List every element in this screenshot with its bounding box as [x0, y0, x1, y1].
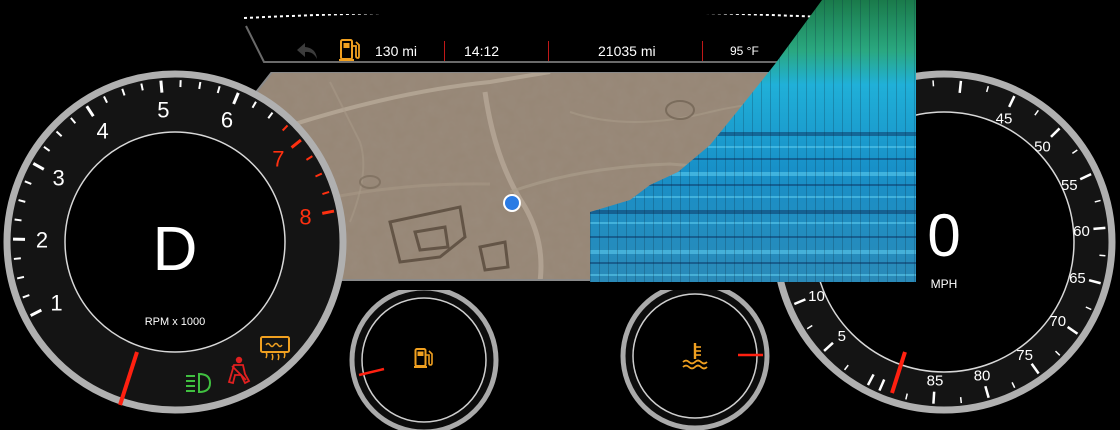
speed-tick	[932, 391, 936, 404]
speed-tick-label: 75	[1016, 347, 1033, 364]
rpm-tick-label: 8	[299, 205, 311, 230]
speed-tick-label: 60	[1073, 223, 1090, 240]
fuel-range-readout: 130 mi	[375, 43, 418, 59]
speed-tick-label: 65	[1069, 270, 1086, 287]
rpm-tick-label: 7	[272, 146, 284, 171]
separator	[444, 41, 445, 61]
rpm-tick-label: 1	[50, 290, 62, 315]
rpm-tick-label: 3	[53, 166, 65, 191]
tachometer-gauge: 1 2 3 4 5 6 7 8 D RPM x 1000	[3, 70, 347, 414]
speed-tick-label: 55	[1061, 177, 1078, 194]
rpm-tick	[13, 257, 21, 260]
rpm-tick-label: 4	[96, 118, 108, 143]
separator	[548, 41, 549, 61]
speed-tick	[1093, 226, 1106, 231]
rpm-tick	[159, 80, 164, 93]
speed-tick-label: 5	[838, 328, 846, 345]
instrument-cluster: 130 mi 14:12 21035 mi 95 °F 5 10 45 50 5…	[0, 0, 1120, 430]
rpm-tick	[140, 83, 144, 91]
gear-indicator: D	[153, 215, 198, 284]
speed-tick-label: 85	[927, 373, 944, 390]
location-dot-icon	[503, 194, 521, 212]
clock-readout: 14:12	[464, 43, 500, 59]
speed-tick	[959, 397, 963, 404]
speed-tick-label: 10	[808, 288, 825, 305]
speed-tick	[958, 80, 963, 93]
rpm-tick	[198, 81, 202, 90]
speed-tick	[1099, 254, 1106, 257]
fuel-gauge	[349, 290, 499, 430]
speed-tick-label: 70	[1049, 313, 1066, 330]
speed-tick-label: 45	[996, 111, 1013, 128]
coolant-temperature-gauge	[620, 290, 770, 430]
rpm-tick-label: 5	[157, 98, 169, 123]
rpm-tick-label: 2	[36, 228, 48, 253]
display-glitch-artifact	[590, 0, 916, 282]
speed-tick-label: 50	[1034, 138, 1051, 155]
rpm-unit-label: RPM x 1000	[145, 316, 206, 328]
speed-tick-label: 80	[974, 368, 991, 385]
back-arrow-icon[interactable]	[294, 40, 320, 62]
speed-unit-label: MPH	[931, 277, 958, 291]
fuel-pump-icon	[339, 38, 361, 62]
speed-readout: 0	[927, 202, 960, 269]
rpm-tick-label: 6	[221, 108, 233, 133]
rpm-tick	[14, 218, 22, 222]
